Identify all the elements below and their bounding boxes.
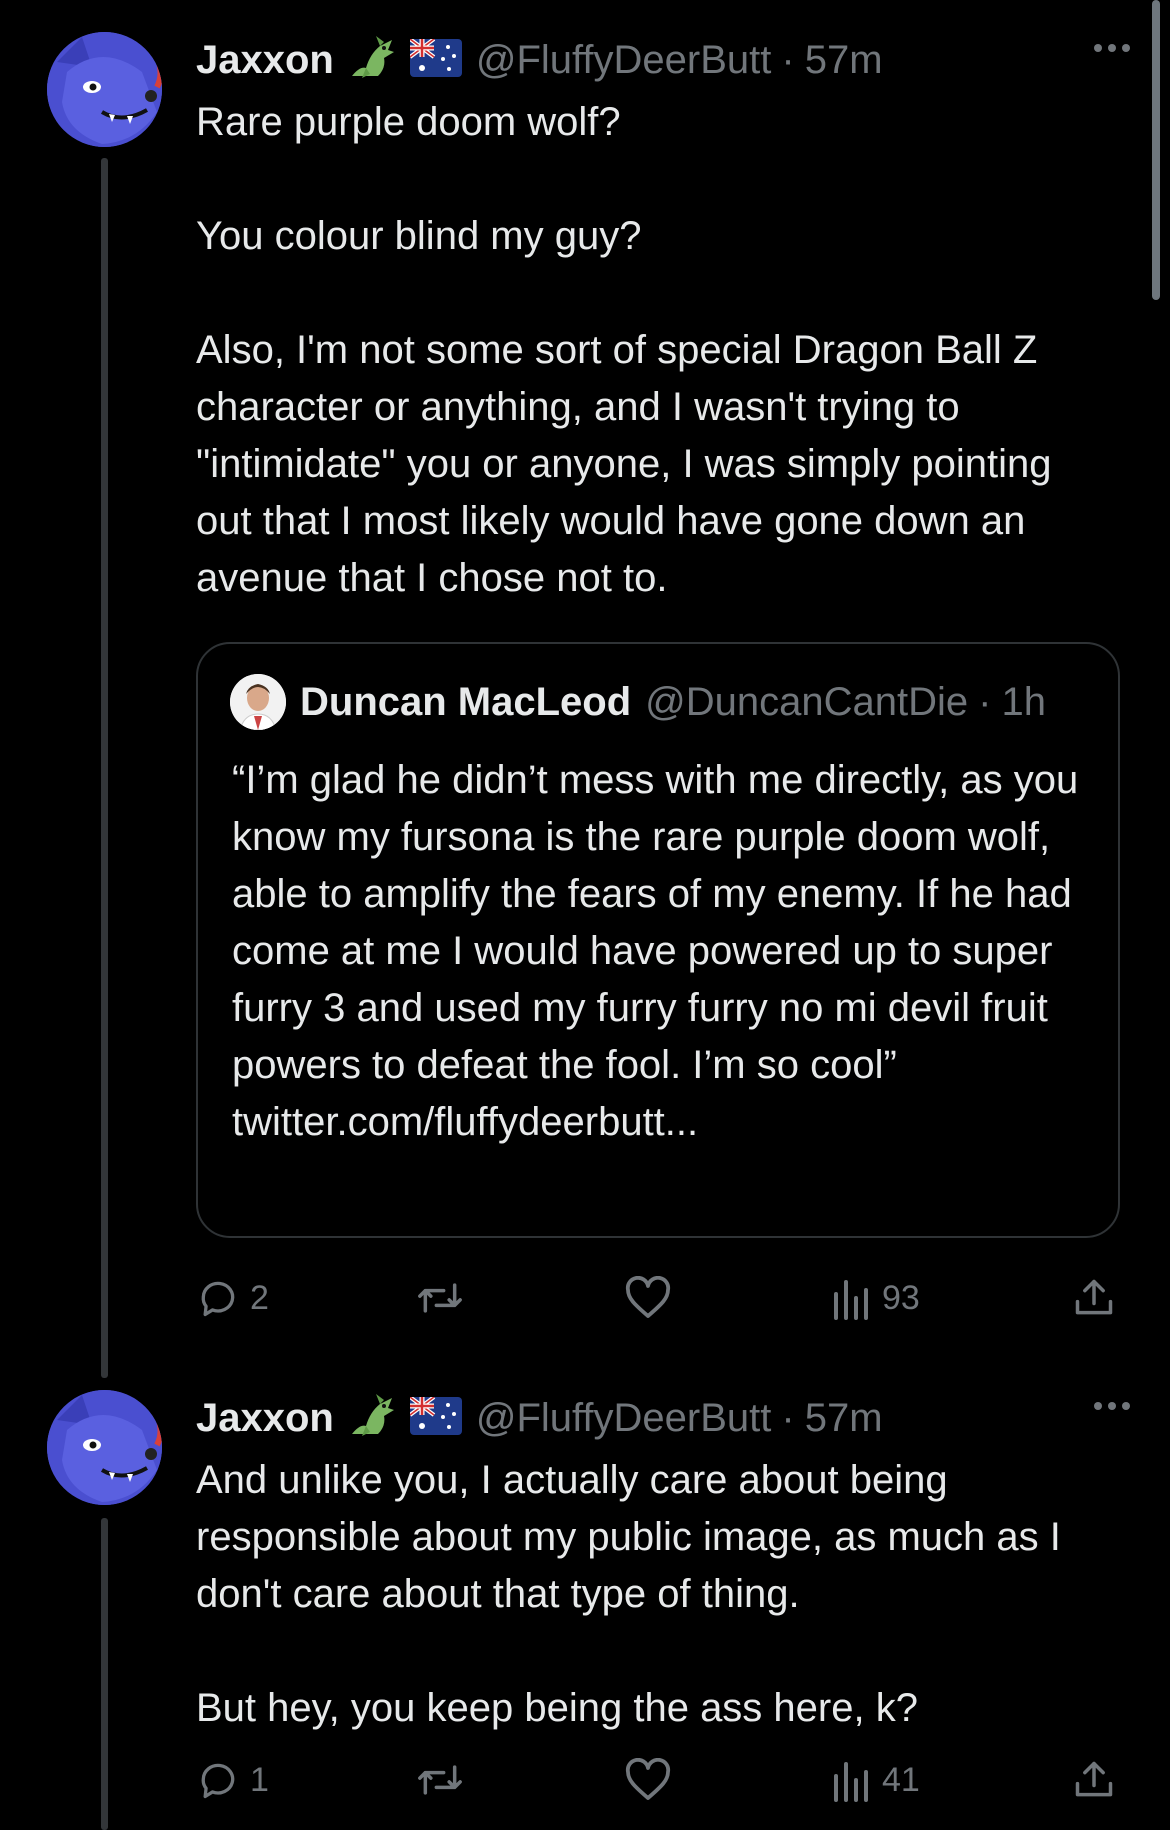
quote-handle[interactable]: @DuncanCantDie	[645, 680, 968, 725]
like-button[interactable]	[624, 1758, 672, 1802]
man-portrait-icon	[230, 674, 286, 730]
quote-avatar[interactable]	[230, 674, 286, 730]
views-icon	[834, 1762, 868, 1802]
timestamp[interactable]: 57m	[805, 38, 883, 83]
tweet-header: Jaxxon @FluffyDeerButt · 57m	[196, 1388, 1130, 1448]
retweet-icon	[418, 1765, 462, 1795]
like-button[interactable]	[624, 1276, 672, 1320]
quote-text: “I’m glad he didn’t mess with me directl…	[232, 758, 1079, 1144]
quote-timestamp[interactable]: 1h	[1001, 680, 1046, 725]
view-count: 93	[882, 1278, 920, 1317]
action-bar: 2 93	[196, 1276, 1124, 1326]
avatar[interactable]	[47, 32, 162, 147]
reply-button[interactable]: 1	[196, 1758, 269, 1802]
user-handle[interactable]: @FluffyDeerButt	[476, 1396, 772, 1441]
heart-icon	[625, 1276, 671, 1318]
quote-header: Duncan MacLeod @DuncanCantDie · 1h	[230, 674, 1046, 730]
reply-icon	[201, 1281, 235, 1317]
separator-dot: ·	[781, 1395, 795, 1440]
retweet-button[interactable]	[416, 1276, 464, 1320]
timestamp[interactable]: 57m	[805, 1396, 883, 1441]
share-icon	[1075, 1279, 1113, 1315]
wolf-avatar-icon	[47, 1390, 162, 1505]
quote-display-name[interactable]: Duncan MacLeod	[300, 680, 631, 725]
heart-icon	[625, 1758, 671, 1800]
view-count: 41	[882, 1760, 920, 1799]
green-dragon-icon	[346, 1390, 398, 1447]
share-button[interactable]	[1072, 1276, 1116, 1320]
separator-dot: ·	[781, 37, 795, 82]
retweet-icon	[418, 1283, 462, 1313]
views-button[interactable]: 41	[832, 1758, 920, 1802]
reply-button[interactable]: 2	[196, 1276, 269, 1320]
separator-dot: ·	[978, 679, 992, 724]
quoted-tweet[interactable]: Duncan MacLeod @DuncanCantDie · 1h “I’m …	[196, 642, 1120, 1238]
tweet-header: Jaxxon @FluffyDeerButt · 57m	[196, 30, 1130, 90]
reply-icon	[201, 1763, 235, 1799]
tweet-text: And unlike you, I actually care about be…	[196, 1458, 1061, 1730]
reply-count: 1	[250, 1760, 269, 1799]
share-icon	[1075, 1761, 1113, 1797]
retweet-button[interactable]	[416, 1758, 464, 1802]
display-name[interactable]: Jaxxon	[196, 1396, 334, 1441]
user-handle[interactable]: @FluffyDeerButt	[476, 38, 772, 83]
share-button[interactable]	[1072, 1758, 1116, 1802]
tweet-text: Rare purple doom wolf? You colour blind …	[196, 100, 1052, 600]
australia-flag-icon	[408, 36, 462, 82]
green-dragon-icon	[346, 32, 398, 89]
views-icon	[834, 1280, 868, 1320]
tweet[interactable]: Jaxxon @FluffyDeerButt · 57m And unlike …	[0, 1380, 1170, 1830]
views-button[interactable]: 93	[832, 1276, 920, 1320]
tweet[interactable]: Jaxxon @FluffyDeerButt · 57m Rare purple…	[0, 0, 1170, 1380]
more-dots-icon[interactable]	[1094, 1402, 1130, 1410]
wolf-avatar-icon	[47, 32, 162, 147]
action-bar: 1 41	[196, 1758, 1124, 1808]
australia-flag-icon	[408, 1394, 462, 1440]
reply-count: 2	[250, 1278, 269, 1317]
more-dots-icon[interactable]	[1094, 44, 1130, 52]
avatar[interactable]	[47, 1390, 162, 1505]
display-name[interactable]: Jaxxon	[196, 38, 334, 83]
